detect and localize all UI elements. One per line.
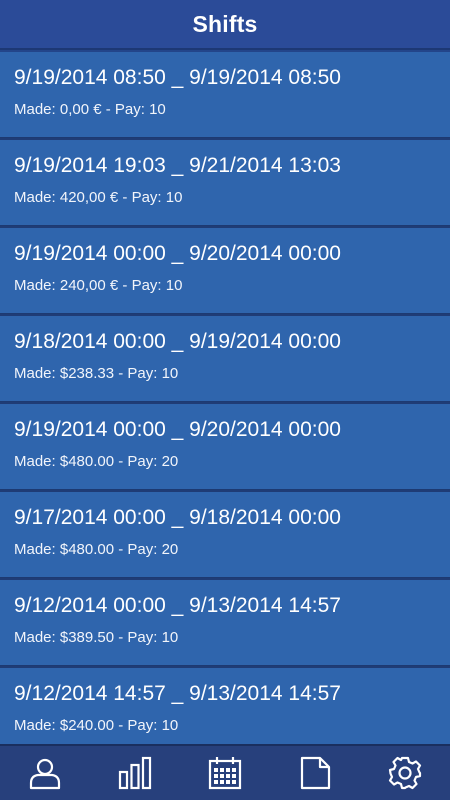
shift-earnings: Made: $389.50 - Pay: 10 [14, 629, 179, 646]
shift-list-item[interactable]: 9/19/2014 19:03 _ 9/21/2014 13:03 Made: … [0, 140, 450, 226]
shift-list-item[interactable]: 9/17/2014 00:00 _ 9/18/2014 00:00 Made: … [0, 492, 450, 578]
shift-list-item[interactable]: 9/19/2014 00:00 _ 9/20/2014 00:00 Made: … [0, 404, 450, 490]
shift-list-item[interactable]: 9/19/2014 00:00 _ 9/20/2014 00:00 Made: … [0, 228, 450, 314]
shift-list[interactable]: 9/19/2014 08:50 _ 9/19/2014 08:50 Made: … [0, 52, 450, 744]
tab-profile[interactable] [0, 746, 90, 800]
shift-list-item[interactable]: 9/19/2014 08:50 _ 9/19/2014 08:50 Made: … [0, 52, 450, 138]
bar-chart-icon [118, 756, 152, 790]
shift-earnings: Made: $238.33 - Pay: 10 [14, 365, 179, 382]
tab-reports[interactable] [270, 746, 360, 800]
shift-earnings: Made: $480.00 - Pay: 20 [14, 453, 179, 470]
shift-earnings: Made: 420,00 € - Pay: 10 [14, 189, 183, 206]
shift-list-item[interactable]: 9/12/2014 14:57 _ 9/13/2014 14:57 Made: … [0, 668, 450, 744]
shift-date-range: 9/19/2014 00:00 _ 9/20/2014 00:00 [14, 418, 341, 441]
tab-statistics[interactable] [90, 746, 180, 800]
person-icon [29, 758, 61, 790]
shift-date-range: 9/19/2014 00:00 _ 9/20/2014 00:00 [14, 242, 341, 265]
app-root: Shifts 9/19/2014 08:50 _ 9/19/2014 08:50… [0, 0, 450, 800]
shift-date-range: 9/18/2014 00:00 _ 9/19/2014 00:00 [14, 330, 341, 353]
shift-earnings: Made: $480.00 - Pay: 20 [14, 541, 179, 558]
shift-date-range: 9/19/2014 19:03 _ 9/21/2014 13:03 [14, 154, 341, 177]
document-icon [300, 756, 331, 790]
bottom-tab-bar [0, 744, 450, 800]
shift-earnings: Made: 240,00 € - Pay: 10 [14, 277, 183, 294]
shift-date-range: 9/19/2014 08:50 _ 9/19/2014 08:50 [14, 66, 341, 89]
gear-icon [388, 756, 422, 790]
shift-list-item[interactable]: 9/18/2014 00:00 _ 9/19/2014 00:00 Made: … [0, 316, 450, 402]
header-bar: Shifts [0, 0, 450, 50]
shift-date-range: 9/17/2014 00:00 _ 9/18/2014 00:00 [14, 506, 341, 529]
tab-settings[interactable] [360, 746, 450, 800]
page-title: Shifts [192, 10, 258, 37]
shift-date-range: 9/12/2014 00:00 _ 9/13/2014 14:57 [14, 594, 341, 617]
shift-earnings: Made: 0,00 € - Pay: 10 [14, 101, 166, 118]
tab-calendar[interactable] [180, 746, 270, 800]
shift-earnings: Made: $240.00 - Pay: 10 [14, 717, 179, 734]
calendar-icon [208, 757, 242, 790]
shift-list-item[interactable]: 9/12/2014 00:00 _ 9/13/2014 14:57 Made: … [0, 580, 450, 666]
shift-date-range: 9/12/2014 14:57 _ 9/13/2014 14:57 [14, 682, 341, 705]
